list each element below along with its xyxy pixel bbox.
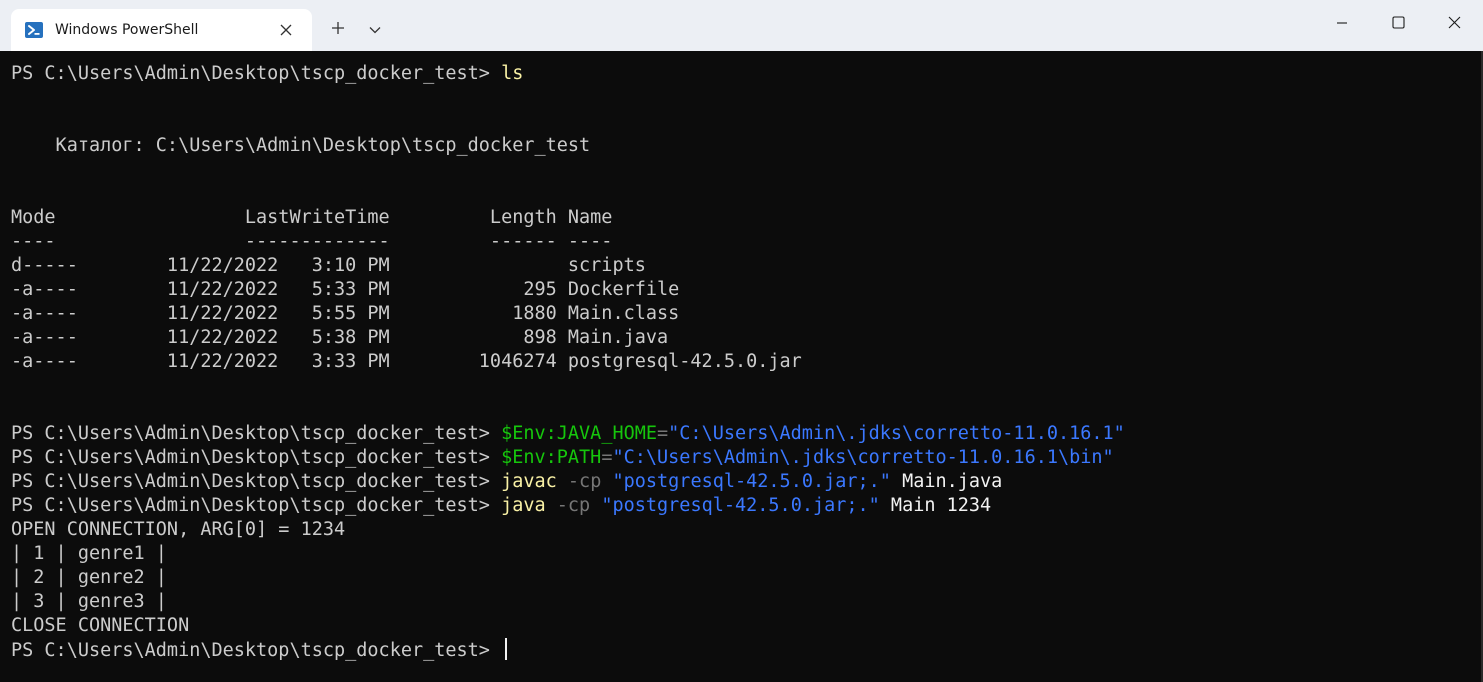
terminal-output[interactable]: PS C:\Users\Admin\Desktop\tscp_docker_te… bbox=[11, 62, 1483, 682]
minimize-icon bbox=[1336, 16, 1348, 34]
assign-operator: = bbox=[657, 423, 669, 444]
chevron-down-icon bbox=[369, 21, 381, 39]
prompt: PS C:\Users\Admin\Desktop\tscp_docker_te… bbox=[11, 447, 502, 468]
maximize-button[interactable] bbox=[1370, 0, 1426, 50]
tab-close-icon[interactable] bbox=[277, 21, 295, 39]
command-text: java bbox=[501, 495, 546, 516]
prompt-line: PS C:\Users\Admin\Desktop\tscp_docker_te… bbox=[11, 446, 1483, 470]
prompt: PS C:\Users\Admin\Desktop\tscp_docker_te… bbox=[11, 640, 502, 661]
command-text: javac bbox=[501, 471, 557, 492]
parameter-flag: -cp bbox=[545, 495, 602, 516]
prompt: PS C:\Users\Admin\Desktop\tscp_docker_te… bbox=[11, 423, 502, 444]
powershell-window: Windows PowerShell PS C:\Users\Admin\Des… bbox=[0, 0, 1483, 682]
output-line: CLOSE CONNECTION bbox=[11, 615, 190, 636]
string-value: "postgresql-42.5.0.jar;." bbox=[612, 471, 891, 492]
output-line: | 3 | genre3 | bbox=[11, 591, 167, 612]
argument: Main.java bbox=[890, 471, 1003, 492]
minimize-button[interactable] bbox=[1314, 0, 1370, 50]
close-button[interactable] bbox=[1426, 0, 1483, 50]
file-row: -a---- 11/22/2022 5:55 PM 1880 Main.clas… bbox=[11, 303, 680, 324]
title-bar[interactable]: Windows PowerShell bbox=[0, 0, 1483, 51]
env-variable: $Env:JAVA_HOME bbox=[501, 423, 658, 444]
prompt-line: PS C:\Users\Admin\Desktop\tscp_docker_te… bbox=[11, 494, 1483, 518]
prompt-line: PS C:\Users\Admin\Desktop\tscp_docker_te… bbox=[11, 62, 1483, 86]
directory-label: Каталог: C:\Users\Admin\Desktop\tscp_doc… bbox=[11, 135, 591, 156]
string-value: "C:\Users\Admin\.jdks\corretto-11.0.16.1… bbox=[668, 423, 1125, 444]
close-icon bbox=[1448, 16, 1461, 34]
file-row: -a---- 11/22/2022 5:33 PM 295 Dockerfile bbox=[11, 279, 680, 300]
parameter-flag: -cp bbox=[556, 471, 613, 492]
prompt-line: PS C:\Users\Admin\Desktop\tscp_docker_te… bbox=[11, 422, 1483, 446]
prompt: PS C:\Users\Admin\Desktop\tscp_docker_te… bbox=[11, 63, 502, 84]
file-row: -a---- 11/22/2022 5:38 PM 898 Main.java bbox=[11, 327, 669, 348]
file-row: -a---- 11/22/2022 3:33 PM 1046274 postgr… bbox=[11, 351, 802, 372]
powershell-icon bbox=[25, 21, 43, 39]
tab-powershell[interactable]: Windows PowerShell bbox=[11, 9, 312, 51]
output-line: OPEN CONNECTION, ARG[0] = 1234 bbox=[11, 519, 346, 540]
string-value: "C:\Users\Admin\.jdks\corretto-11.0.16.1… bbox=[612, 447, 1114, 468]
new-tab-button[interactable] bbox=[324, 14, 352, 46]
output-line: | 1 | genre1 | bbox=[11, 543, 167, 564]
prompt: PS C:\Users\Admin\Desktop\tscp_docker_te… bbox=[11, 471, 502, 492]
argument: Main bbox=[879, 495, 947, 516]
assign-operator: = bbox=[601, 447, 613, 468]
tab-title: Windows PowerShell bbox=[55, 22, 199, 38]
listing-header: Mode LastWriteTime Length Name bbox=[11, 207, 613, 228]
listing-header-underline: ---- ------------- ------ ---- bbox=[11, 231, 613, 252]
maximize-icon bbox=[1391, 16, 1405, 34]
plus-icon bbox=[331, 21, 345, 40]
text-cursor bbox=[505, 638, 508, 660]
file-row: d----- 11/22/2022 3:10 PM scripts bbox=[11, 255, 646, 276]
tab-dropdown-button[interactable] bbox=[361, 14, 389, 46]
command-text: ls bbox=[501, 63, 524, 84]
prompt-line: PS C:\Users\Admin\Desktop\tscp_docker_te… bbox=[11, 470, 1483, 494]
env-variable: $Env:PATH bbox=[501, 447, 602, 468]
number-argument: 1234 bbox=[946, 495, 992, 516]
string-value: "postgresql-42.5.0.jar;." bbox=[601, 495, 880, 516]
output-line: | 2 | genre2 | bbox=[11, 567, 167, 588]
prompt: PS C:\Users\Admin\Desktop\tscp_docker_te… bbox=[11, 495, 502, 516]
prompt-line: PS C:\Users\Admin\Desktop\tscp_docker_te… bbox=[11, 638, 1483, 662]
